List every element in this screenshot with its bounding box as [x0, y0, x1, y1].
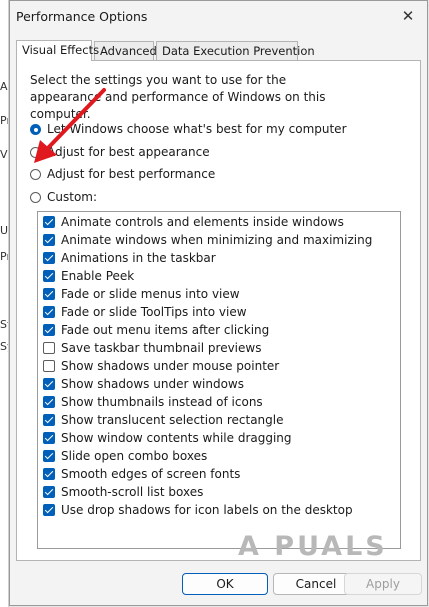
effect-item[interactable]: Fade or slide menus into view — [43, 286, 240, 303]
effect-item[interactable]: Enable Peek — [43, 268, 134, 285]
close-icon[interactable]: ✕ — [397, 5, 419, 27]
effect-label: Smooth-scroll list boxes — [61, 485, 204, 499]
checkbox-icon[interactable] — [43, 468, 55, 480]
effect-label: Show shadows under windows — [61, 377, 244, 391]
radio-option-label: Adjust for best appearance — [47, 145, 210, 159]
checkbox-icon[interactable] — [43, 306, 55, 318]
effect-label: Fade or slide ToolTips into view — [61, 305, 247, 319]
checkbox-icon[interactable] — [43, 450, 55, 462]
background-fragment: Sy — [0, 340, 8, 353]
description-text: Select the settings you want to use for … — [30, 73, 326, 121]
checkbox-icon[interactable] — [43, 414, 55, 426]
radio-option[interactable]: Custom: — [30, 189, 97, 206]
checkbox-icon[interactable] — [43, 216, 55, 228]
effect-item[interactable]: Show thumbnails instead of icons — [43, 394, 263, 411]
title-bar[interactable]: Performance Options ✕ — [10, 1, 427, 33]
radio-button-icon[interactable] — [30, 192, 41, 203]
radio-option-label: Adjust for best performance — [47, 167, 216, 181]
radio-option-label: Let Windows choose what's best for my co… — [47, 122, 347, 136]
effect-label: Use drop shadows for icon labels on the … — [61, 503, 353, 517]
effect-item[interactable]: Slide open combo boxes — [43, 448, 207, 465]
background-fragment: Us — [0, 224, 8, 237]
effect-item[interactable]: Smooth edges of screen fonts — [43, 466, 240, 483]
effect-item[interactable]: Fade or slide ToolTips into view — [43, 304, 247, 321]
apply-button[interactable]: Apply — [344, 573, 422, 595]
background-fragment: Vi — [0, 148, 8, 161]
window-title: Performance Options — [16, 9, 148, 24]
radio-button-icon[interactable] — [30, 169, 41, 180]
radio-button-icon[interactable] — [30, 147, 41, 158]
effect-label: Fade or slide menus into view — [61, 287, 240, 301]
effect-label: Show window contents while dragging — [61, 431, 292, 445]
background-fragment: St — [0, 318, 8, 331]
background-fragment: Pr — [0, 114, 8, 127]
effect-item[interactable]: Show shadows under windows — [43, 376, 244, 393]
effect-label: Save taskbar thumbnail previews — [61, 341, 262, 355]
radio-button-icon[interactable] — [30, 124, 41, 135]
background-window-edge: Ap Pr Vi Us Pr St Sy — [0, 0, 9, 607]
effect-item[interactable]: Smooth-scroll list boxes — [43, 484, 203, 501]
effect-label: Show shadows under mouse pointer — [61, 359, 280, 373]
ok-button[interactable]: OK — [182, 573, 268, 595]
effect-label: Enable Peek — [61, 269, 135, 283]
effect-label: Smooth edges of screen fonts — [61, 467, 241, 481]
checkbox-icon[interactable] — [43, 342, 55, 354]
performance-options-dialog: Performance Options ✕ Visual Effects Adv… — [9, 0, 428, 606]
effect-label: Animate controls and elements inside win… — [61, 215, 344, 229]
effect-label: Fade out menu items after clicking — [61, 323, 270, 337]
background-fragment: Pr — [0, 250, 8, 263]
checkbox-icon[interactable] — [43, 252, 55, 264]
tab-advanced[interactable]: Advanced — [94, 41, 157, 60]
radio-option[interactable]: Let Windows choose what's best for my co… — [30, 121, 347, 138]
checkbox-icon[interactable] — [43, 234, 55, 246]
effect-label: Animations in the taskbar — [61, 251, 216, 265]
checkbox-icon[interactable] — [43, 270, 55, 282]
checkbox-icon[interactable] — [43, 378, 55, 390]
effect-item[interactable]: Show window contents while dragging — [43, 430, 292, 447]
effect-label: Animate windows when minimizing and maxi… — [61, 233, 373, 247]
effect-label: Show translucent selection rectangle — [61, 413, 284, 427]
effect-item[interactable]: Show translucent selection rectangle — [43, 412, 284, 429]
effect-label: Slide open combo boxes — [61, 449, 208, 463]
radio-option-label: Custom: — [47, 190, 98, 204]
radio-option[interactable]: Adjust for best performance — [30, 166, 215, 183]
effect-item[interactable]: Fade out menu items after clicking — [43, 322, 269, 339]
checkbox-icon[interactable] — [43, 504, 55, 516]
background-fragment: Ap — [0, 80, 8, 93]
effect-item[interactable]: Animate windows when minimizing and maxi… — [43, 232, 372, 249]
checkbox-icon[interactable] — [43, 360, 55, 372]
tab-visual-effects[interactable]: Visual Effects — [16, 40, 99, 61]
effect-item[interactable]: Animate controls and elements inside win… — [43, 214, 344, 231]
effect-item[interactable]: Show shadows under mouse pointer — [43, 358, 279, 375]
checkbox-icon[interactable] — [43, 324, 55, 336]
checkbox-icon[interactable] — [43, 396, 55, 408]
effect-item[interactable]: Use drop shadows for icon labels on the … — [43, 502, 353, 519]
checkbox-icon[interactable] — [43, 288, 55, 300]
radio-option[interactable]: Adjust for best appearance — [30, 144, 210, 161]
checkbox-icon[interactable] — [43, 486, 55, 498]
effect-item[interactable]: Animations in the taskbar — [43, 250, 216, 267]
tab-data-execution-prevention[interactable]: Data Execution Prevention — [156, 41, 315, 60]
effects-list[interactable]: Animate controls and elements inside win… — [37, 211, 401, 549]
visual-effects-panel: Select the settings you want to use for … — [16, 60, 421, 561]
checkbox-icon[interactable] — [43, 432, 55, 444]
effect-label: Show thumbnails instead of icons — [61, 395, 263, 409]
effect-item[interactable]: Save taskbar thumbnail previews — [43, 340, 261, 357]
watermark-logo: A PUALS — [238, 531, 388, 562]
